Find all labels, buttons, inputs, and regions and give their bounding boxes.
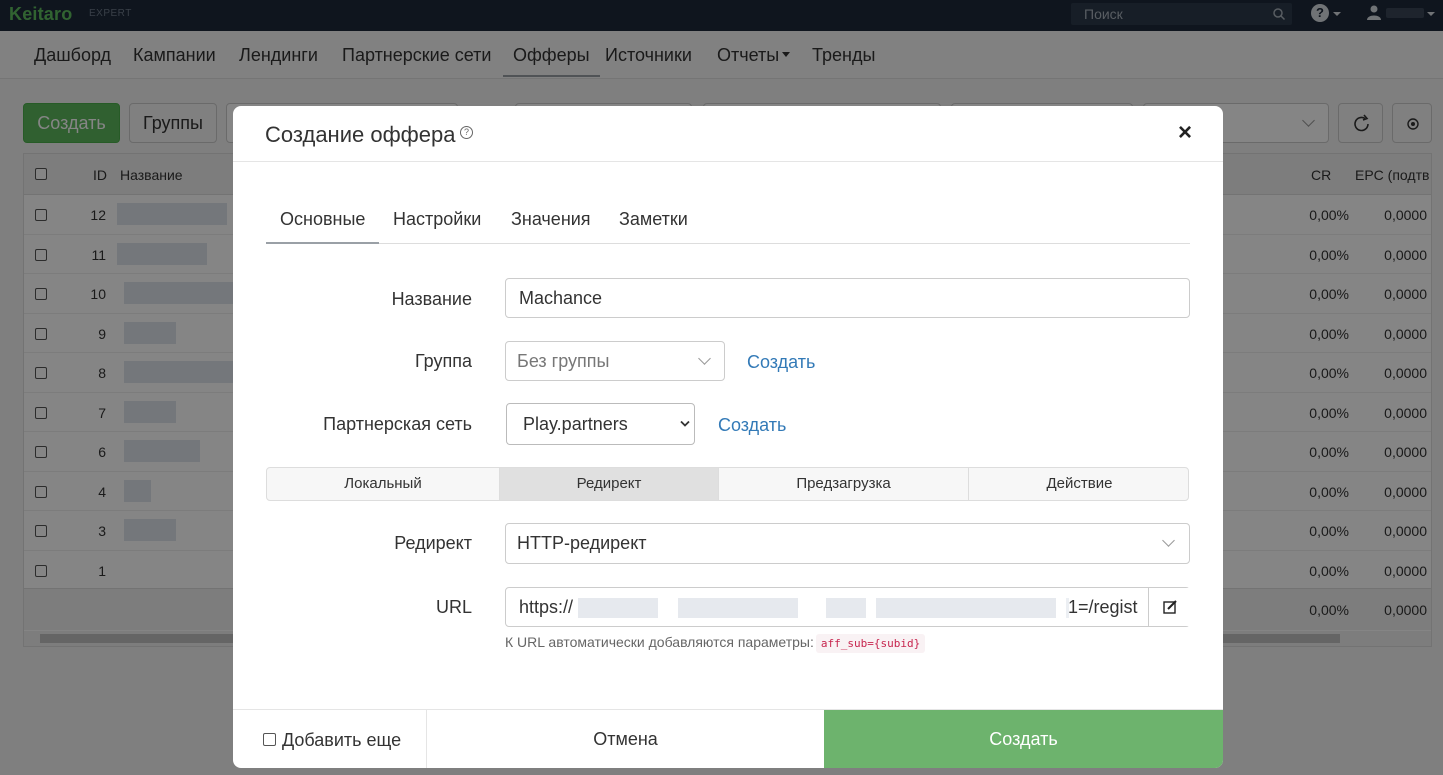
redirect-label: Редирект bbox=[394, 533, 472, 553]
create-offer-modal: Создание оффера ? × Основные Настройки З… bbox=[233, 106, 1223, 768]
network-label: Партнерская сеть bbox=[323, 414, 472, 434]
add-more-checkbox[interactable]: Добавить еще bbox=[263, 730, 401, 751]
url-label: URL bbox=[435, 597, 472, 617]
tab-main[interactable]: Основные bbox=[266, 202, 380, 244]
type-local[interactable]: Локальный bbox=[267, 468, 500, 500]
network-select-value: Play.partners bbox=[523, 414, 628, 434]
group-select-value: Без группы bbox=[517, 351, 610, 371]
question-circle-icon[interactable]: ? bbox=[460, 126, 473, 139]
edit-icon bbox=[1163, 600, 1177, 614]
create-group-link[interactable]: Создать bbox=[747, 352, 815, 373]
edit-url-button[interactable] bbox=[1148, 588, 1190, 626]
redacted-url bbox=[678, 598, 798, 618]
name-label: Название bbox=[391, 289, 472, 309]
url-value-start: https:// bbox=[519, 597, 574, 617]
type-action[interactable]: Действие bbox=[969, 468, 1188, 500]
redirect-select-value: HTTP-редирект bbox=[517, 533, 647, 553]
modal-header: Создание оффера ? × bbox=[233, 106, 1223, 162]
offer-type-switch: Локальный Редирект Предзагрузка Действие bbox=[266, 467, 1189, 501]
modal-footer: Добавить еще Отмена Создать bbox=[233, 709, 1223, 768]
chevron-down-icon bbox=[680, 420, 690, 427]
create-network-link[interactable]: Создать bbox=[718, 415, 786, 436]
network-select[interactable]: Play.partners bbox=[506, 403, 695, 445]
submit-create-button[interactable]: Создать bbox=[824, 710, 1223, 768]
cancel-button[interactable]: Отмена bbox=[426, 710, 824, 768]
url-input[interactable]: https:// 1=/regist bbox=[505, 587, 1190, 627]
tab-settings[interactable]: Настройки bbox=[379, 202, 495, 244]
chevron-down-icon bbox=[1162, 534, 1175, 547]
type-redirect[interactable]: Редирект bbox=[500, 468, 719, 500]
redacted-url bbox=[876, 598, 1056, 618]
redacted-url bbox=[578, 598, 658, 618]
tab-notes[interactable]: Заметки bbox=[605, 202, 702, 244]
name-input[interactable] bbox=[505, 278, 1190, 318]
tab-values[interactable]: Значения bbox=[497, 202, 605, 244]
modal-tabs: Основные Настройки Значения Заметки bbox=[266, 202, 1190, 244]
url-value-end: 1=/regist bbox=[1068, 597, 1138, 617]
modal-title: Создание оффера bbox=[265, 122, 456, 147]
url-hint-code: aff_sub={subid} bbox=[815, 634, 926, 653]
url-hint-text: К URL автоматически добавляются параметр… bbox=[505, 634, 814, 650]
url-hint: К URL автоматически добавляются параметр… bbox=[505, 634, 926, 653]
type-preload[interactable]: Предзагрузка bbox=[719, 468, 969, 500]
chevron-down-icon bbox=[698, 352, 711, 365]
checkbox-icon bbox=[263, 733, 276, 747]
group-label: Группа bbox=[414, 351, 472, 371]
add-more-label: Добавить еще bbox=[282, 730, 402, 750]
close-icon[interactable]: × bbox=[1173, 121, 1197, 145]
redacted-url bbox=[826, 598, 866, 618]
group-select[interactable]: Без группы bbox=[505, 341, 725, 381]
redirect-select[interactable]: HTTP-редирект bbox=[505, 523, 1190, 564]
